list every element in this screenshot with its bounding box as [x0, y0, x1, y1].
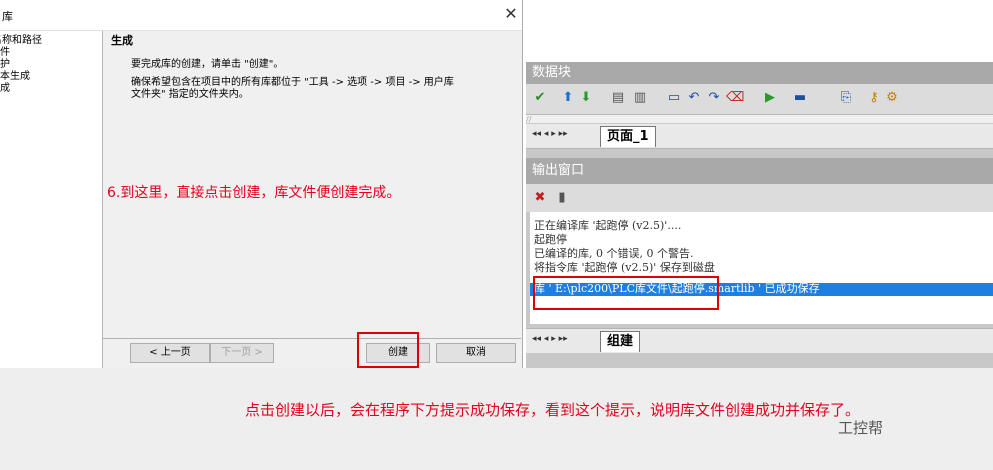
nav-item-name-path[interactable]: 名称和路径	[0, 35, 42, 47]
output-window-title: 输出窗口	[526, 158, 993, 184]
insert-icon[interactable]: ⎘	[838, 90, 854, 106]
create-highlight-box	[357, 332, 419, 368]
comment-icon[interactable]: ▬	[792, 90, 808, 106]
up-arrow-icon[interactable]: ⬆	[560, 90, 576, 106]
clear-output-icon[interactable]: ✖	[532, 190, 548, 206]
tab-build[interactable]: 组建	[600, 331, 641, 352]
nav-item-components[interactable]: 组件	[0, 47, 10, 59]
caption-band: 点击创建以后，会在程序下方提示成功保存，看到这个提示，说明库文件创建成功并保存了…	[0, 368, 993, 470]
clear-icon[interactable]: ⌫	[726, 90, 744, 106]
step-annotation: 6.到这里，直接点击创建，库文件便创建完成。	[107, 185, 401, 201]
data-block-tabbar: ◂◂ ◂ ▸ ▸▸ 页面_1	[526, 124, 993, 149]
output-line: 将指令库 '起跑停 (v2.5)' 保存到磁盘	[534, 261, 715, 274]
delete-row-icon[interactable]: ▥	[632, 90, 648, 106]
output-line: 正在编译库 '起跑停 (v2.5)'....	[534, 219, 682, 232]
watermark: 工控帮	[838, 419, 884, 437]
tool-icon[interactable]: ⚙	[884, 90, 900, 106]
box-icon[interactable]: ▭	[666, 90, 682, 106]
close-icon[interactable]: ✕	[500, 3, 522, 25]
key-icon[interactable]: ⚷	[866, 90, 882, 106]
data-block-title: 数据块	[526, 62, 993, 84]
content-instruction: 要完成库的创建，请单击 "创建"。	[131, 59, 284, 70]
check-icon[interactable]: ✔	[532, 90, 548, 106]
nav-item-protection[interactable]: 保护	[0, 59, 10, 71]
undo-icon[interactable]: ↶	[686, 90, 702, 106]
cancel-button[interactable]: 取消	[436, 343, 516, 363]
output-line: 起跑停	[534, 233, 567, 246]
prev-button[interactable]: < 上一页	[130, 343, 210, 363]
ide-panels: 数据块 ✔ ⬆ ⬇ ▤ ▥ ▭ ↶ ↷ ⌫ ▶ ▬ ⎘ ⚷ ⚙ // ◂◂ ◂ …	[526, 62, 993, 368]
dialog-title: 库	[2, 10, 13, 23]
success-highlight-box	[533, 276, 719, 310]
output-toolbar: ✖ ▮	[526, 184, 993, 212]
dialog-titlebar: 库 ✕	[0, 0, 522, 31]
next-button[interactable]: 下一页 >	[210, 343, 274, 363]
data-block-editor[interactable]: //	[526, 115, 993, 124]
run-icon[interactable]: ▶	[762, 90, 778, 106]
content-note: 确保希望包含在项目中的所有库都位于 "工具 -> 选项 -> 项目 -> 用户库…	[131, 77, 454, 100]
output-tabbar: ◂◂ ◂ ▸ ▸▸ 组建	[526, 328, 993, 353]
tab-scroll-controls[interactable]: ◂◂ ◂ ▸ ▸▸	[532, 334, 568, 344]
tab-scroll-controls[interactable]: ◂◂ ◂ ▸ ▸▸	[532, 129, 568, 139]
insert-row-icon[interactable]: ▤	[610, 90, 626, 106]
redo-icon[interactable]: ↷	[706, 90, 722, 106]
content-heading: 生成	[111, 34, 133, 47]
nav-item-generate[interactable]: 生成	[0, 83, 10, 95]
dialog-nav: 名称和路径 组件 保护 版本生成 生成	[0, 31, 103, 368]
content-divider	[103, 338, 521, 339]
output-line: 已编译的库, 0 个错误, 0 个警告.	[534, 247, 694, 260]
nav-item-version[interactable]: 版本生成	[0, 71, 30, 83]
data-block-toolbar: ✔ ⬆ ⬇ ▤ ▥ ▭ ↶ ↷ ⌫ ▶ ▬ ⎘ ⚷ ⚙	[526, 84, 993, 115]
save-output-icon[interactable]: ▮	[554, 190, 570, 206]
tab-page-1[interactable]: 页面_1	[600, 126, 656, 147]
down-arrow-icon[interactable]: ⬇	[578, 90, 594, 106]
